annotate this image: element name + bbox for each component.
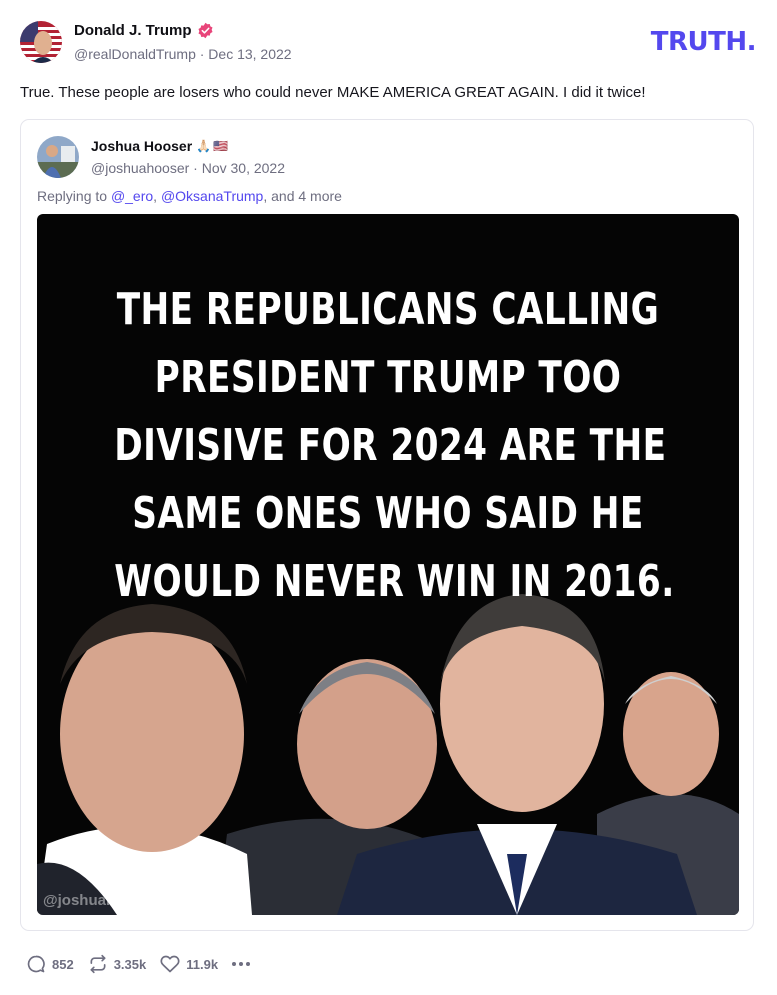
- reply-count: 852: [52, 956, 74, 972]
- quoted-post-card[interactable]: Joshua Hooser 🙏🏻 🇺🇸 @joshuahooser · Nov …: [20, 119, 754, 931]
- meme-line: DIVISIVE FOR 2024 ARE THE: [114, 420, 667, 471]
- logo-dot: .: [746, 27, 757, 57]
- like-count: 11.9k: [186, 956, 219, 972]
- reply-bubble-icon: [27, 955, 45, 973]
- meme-line: PRESIDENT TRUMP TOO: [154, 352, 622, 403]
- us-flag-emoji: 🇺🇸: [213, 139, 229, 153]
- more-options-icon[interactable]: [232, 962, 251, 966]
- replying-to-line: Replying to @_ero, @OksanaTrump, and 4 m…: [37, 188, 342, 204]
- post-text: True. These people are losers who could …: [20, 84, 646, 101]
- heart-icon: [160, 955, 180, 973]
- author-name[interactable]: Donald J. Trump: [74, 22, 192, 39]
- quoted-handle-date: @joshuahooser · Nov 30, 2022: [91, 160, 285, 176]
- truth-logo[interactable]: TRUTH.: [650, 27, 757, 57]
- retruth-button[interactable]: 3.35k: [88, 954, 147, 974]
- retruth-icon: [90, 954, 106, 974]
- quoted-author-avatar[interactable]: [37, 136, 79, 178]
- reply-separator: ,: [153, 188, 161, 204]
- quoted-media-image[interactable]: THE REPUBLICANS CALLING PRESIDENT TRUMP …: [37, 214, 739, 915]
- retruth-count: 3.35k: [113, 956, 147, 972]
- verified-badge-icon: [197, 22, 214, 39]
- reply-button[interactable]: 852: [26, 954, 74, 974]
- meme-caption: THE REPUBLICANS CALLING PRESIDENT TRUMP …: [114, 276, 675, 616]
- author-handle-date: @realDonaldTrump · Dec 13, 2022: [74, 46, 292, 62]
- reply-mention-oksanatrump[interactable]: @OksanaTrump: [161, 188, 263, 204]
- praying-hands-emoji: 🙏🏻: [196, 139, 212, 153]
- meme-line: WOULD NEVER WIN IN 2016.: [114, 556, 675, 607]
- author-avatar[interactable]: [20, 21, 62, 63]
- quoted-author-emoji: 🙏🏻 🇺🇸: [196, 139, 228, 153]
- replying-to-prefix: Replying to: [37, 188, 111, 204]
- reply-suffix: , and 4 more: [263, 188, 342, 204]
- reply-mention-ero[interactable]: @_ero: [111, 188, 153, 204]
- image-watermark: @joshuahooser: [43, 892, 156, 909]
- meme-line: SAME ONES WHO SAID HE: [132, 488, 644, 539]
- logo-text: TRUTH: [650, 27, 747, 57]
- quoted-author-name[interactable]: Joshua Hooser: [91, 138, 192, 154]
- meme-line: THE REPUBLICANS CALLING: [116, 284, 660, 335]
- action-bar: 852 3.35k 11.9k: [26, 954, 251, 974]
- like-button[interactable]: 11.9k: [160, 954, 218, 974]
